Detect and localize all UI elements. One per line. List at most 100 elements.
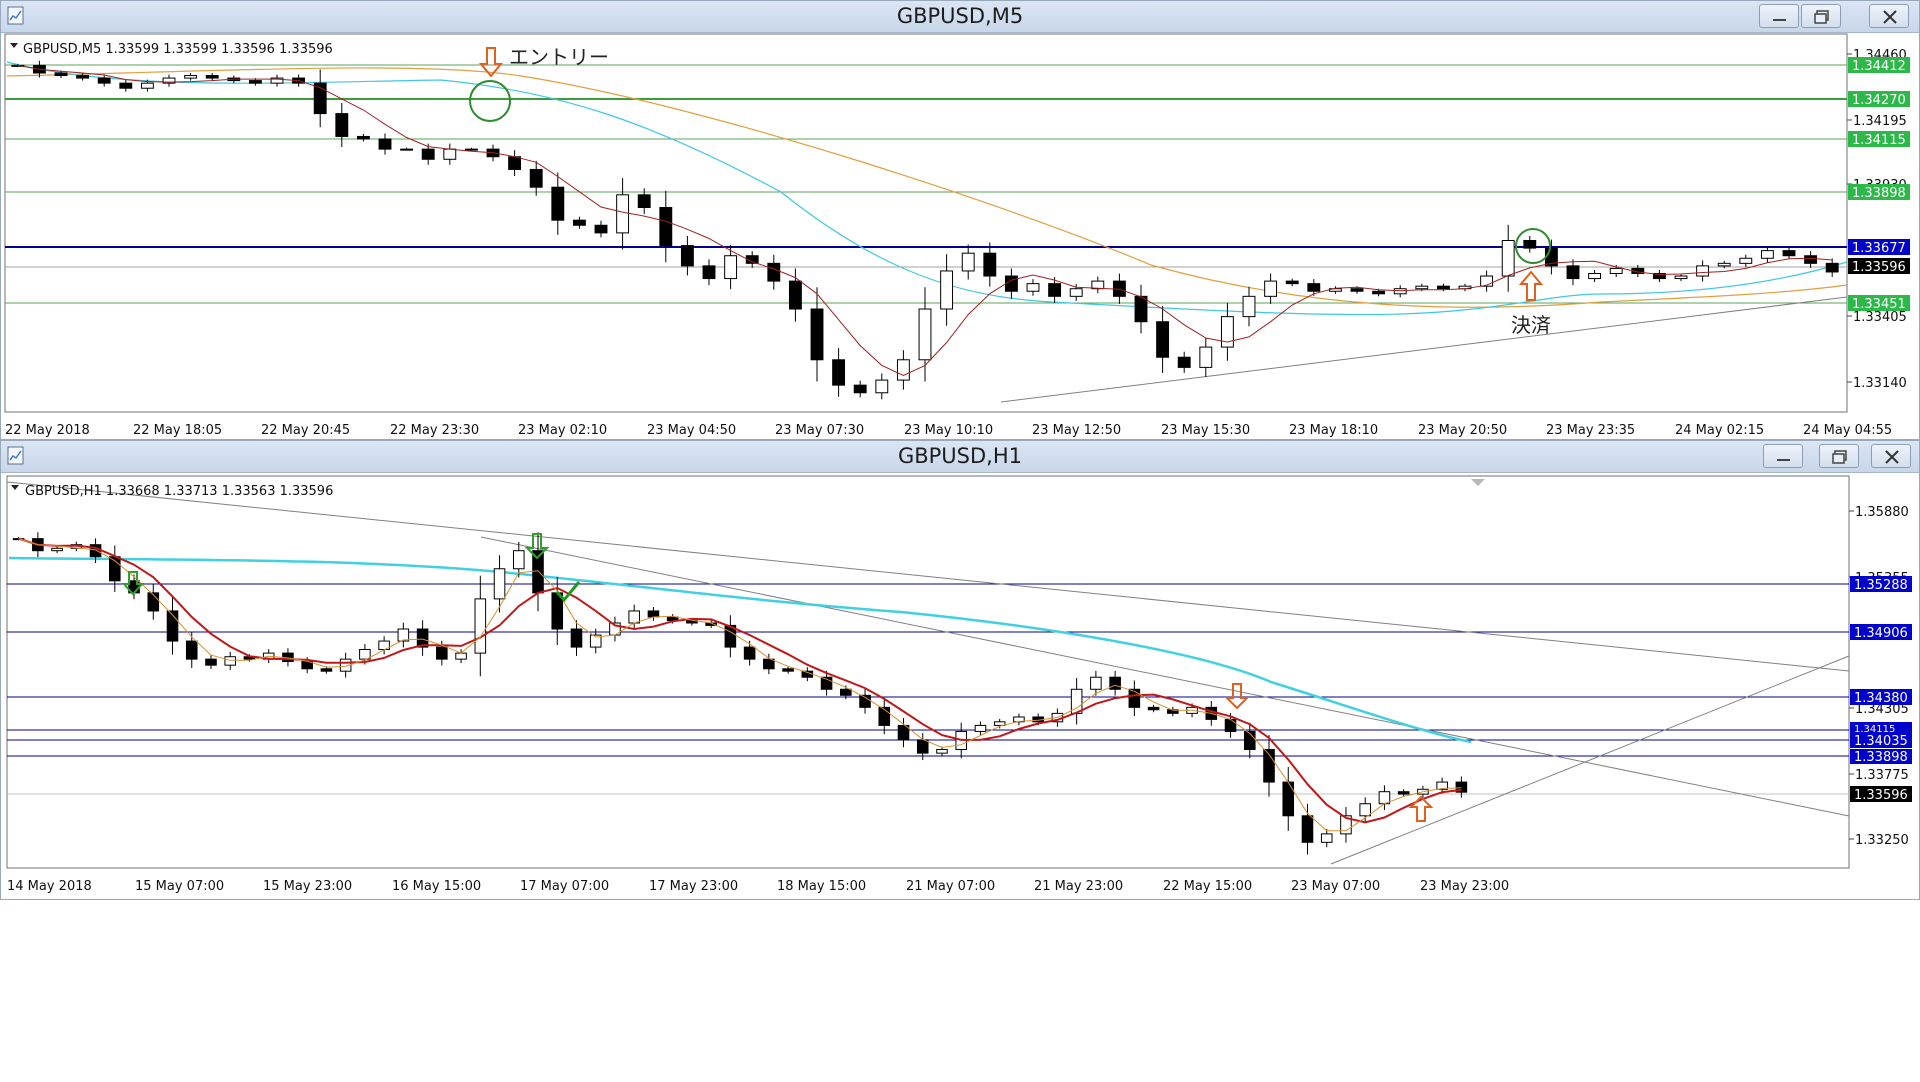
time-tick: 22 May 15:00 [1163,879,1252,894]
time-tick: 14 May 2018 [7,879,92,894]
level-badge-value: 1.34270 [1852,93,1906,108]
level-badge-value: 1.33596 [1852,260,1906,275]
empty-workspace [0,900,1920,1082]
candle-body [443,148,457,160]
level-badge-value: 1.35288 [1854,578,1908,593]
candle-body [97,77,111,84]
price-chart-h1[interactable]: GBPUSD,H1 1.33668 1.33713 1.33563 1.3359… [1,472,1919,900]
candle-body [1301,815,1314,843]
chart-info: GBPUSD,H1 1.33668 1.33713 1.33563 1.3359… [11,484,333,499]
level-badge[interactable]: 1.33677 [1848,239,1910,256]
candle-body [1320,833,1333,843]
candle-body [1825,262,1839,273]
chart-window-m5[interactable]: GBPUSD,M5 エントリー 決済 GBPUSD,M5 1.33599 1.3… [0,0,1920,440]
level-badge[interactable]: 1.34115 [1848,131,1910,148]
plot-area [6,475,1850,869]
time-tick: 23 May 10:10 [904,423,993,438]
candle-body [1282,781,1295,817]
minimize-icon [1777,459,1790,461]
close-button[interactable] [1871,444,1911,468]
level-badge[interactable]: 1.33596 [1848,258,1910,275]
level-badge[interactable]: 1.35288 [1850,576,1912,593]
candle-body [974,724,987,732]
time-tick: 23 May 20:50 [1418,423,1507,438]
candle-body [1588,272,1602,280]
price-tick: 1.35880 [1855,505,1909,520]
level-badge[interactable]: 1.33898 [1848,184,1910,201]
level-badge-value: 1.33898 [1852,186,1906,201]
candle-body [1134,295,1148,323]
candle-body [185,640,198,660]
candle-body [119,82,133,89]
window-title: GBPUSD,M5 [896,4,1024,28]
time-tick: 18 May 15:00 [777,879,866,894]
candle-body [1523,239,1537,249]
candle-body [1739,257,1753,264]
close-button[interactable] [1869,4,1909,28]
time-tick: 17 May 23:00 [649,879,738,894]
candle-body [702,265,716,280]
candle-body [767,262,781,282]
candle-body [896,359,910,381]
candle-body [1128,688,1141,708]
time-tick: 23 May 02:10 [518,423,607,438]
time-tick: 22 May 18:05 [133,423,222,438]
level-badge[interactable]: 1.34412 [1848,57,1910,74]
candle-body [637,194,651,209]
candle-body [616,194,630,234]
time-tick: 23 May 23:35 [1546,423,1635,438]
level-badge[interactable]: 1.34380 [1850,689,1912,706]
minimize-button[interactable] [1759,4,1799,28]
candle-body [983,252,997,277]
candle-body [508,156,522,170]
restore-icon [1832,450,1847,464]
level-badge[interactable]: 1.33451 [1848,295,1910,312]
level-badge[interactable]: 1.34270 [1848,91,1910,108]
candle-body [1609,267,1623,274]
title-bar[interactable]: GBPUSD,H1 [1,441,1919,473]
time-tick: 22 May 23:30 [390,423,479,438]
candle-body [529,168,543,188]
time-tick: 24 May 02:15 [1675,423,1764,438]
candle-body [205,75,219,79]
candle-body [570,628,583,648]
candle-body [1156,321,1170,358]
maximize-button[interactable] [1819,444,1859,468]
level-badge[interactable]: 1.34906 [1850,624,1912,641]
candle-body [1782,250,1796,257]
price-tick: 1.33405 [1853,310,1907,325]
candle-body [184,75,198,79]
candle-body [335,113,349,137]
level-badge[interactable]: 1.33596 [1850,786,1912,803]
candle-body [1307,283,1321,292]
candle-body [659,207,673,247]
price-tick: 1.33775 [1855,768,1909,783]
level-badge[interactable]: 1.33898 [1850,749,1912,765]
candle-body [400,148,414,151]
candle-body [743,646,756,660]
candle-body [1501,239,1515,277]
candle-body [1069,288,1083,297]
price-tick: 1.33140 [1853,376,1907,391]
candle-body [1285,280,1299,285]
price-chart-m5[interactable]: エントリー 決済 GBPUSD,M5 1.33599 1.33599 1.335… [1,32,1919,440]
candle-body [512,550,525,570]
time-tick: 15 May 23:00 [263,879,352,894]
candle-body [493,568,506,600]
time-tick: 23 May 07:00 [1291,879,1380,894]
window-title: GBPUSD,H1 [897,444,1023,468]
candle-body [1224,718,1237,732]
candle-body [1199,346,1213,368]
candle-body [140,82,154,89]
candle-body [1717,262,1731,267]
symbol-info: GBPUSD,M5 1.33599 1.33599 1.33596 1.3359… [23,42,333,57]
candle-body [54,72,68,77]
title-bar[interactable]: GBPUSD,M5 [1,1,1919,33]
minimize-button[interactable] [1763,444,1803,468]
candle-body [1674,275,1688,280]
level-badge-value: 1.34115 [1852,133,1906,148]
maximize-button[interactable] [1801,4,1841,28]
chart-window-h1[interactable]: GBPUSD,H1 GBPUSD,H1 1.33668 1.33713 1.33… [0,440,1920,900]
exit-label: 決済 [1511,313,1551,337]
level-badge[interactable]: 1.34035 [1850,733,1912,749]
